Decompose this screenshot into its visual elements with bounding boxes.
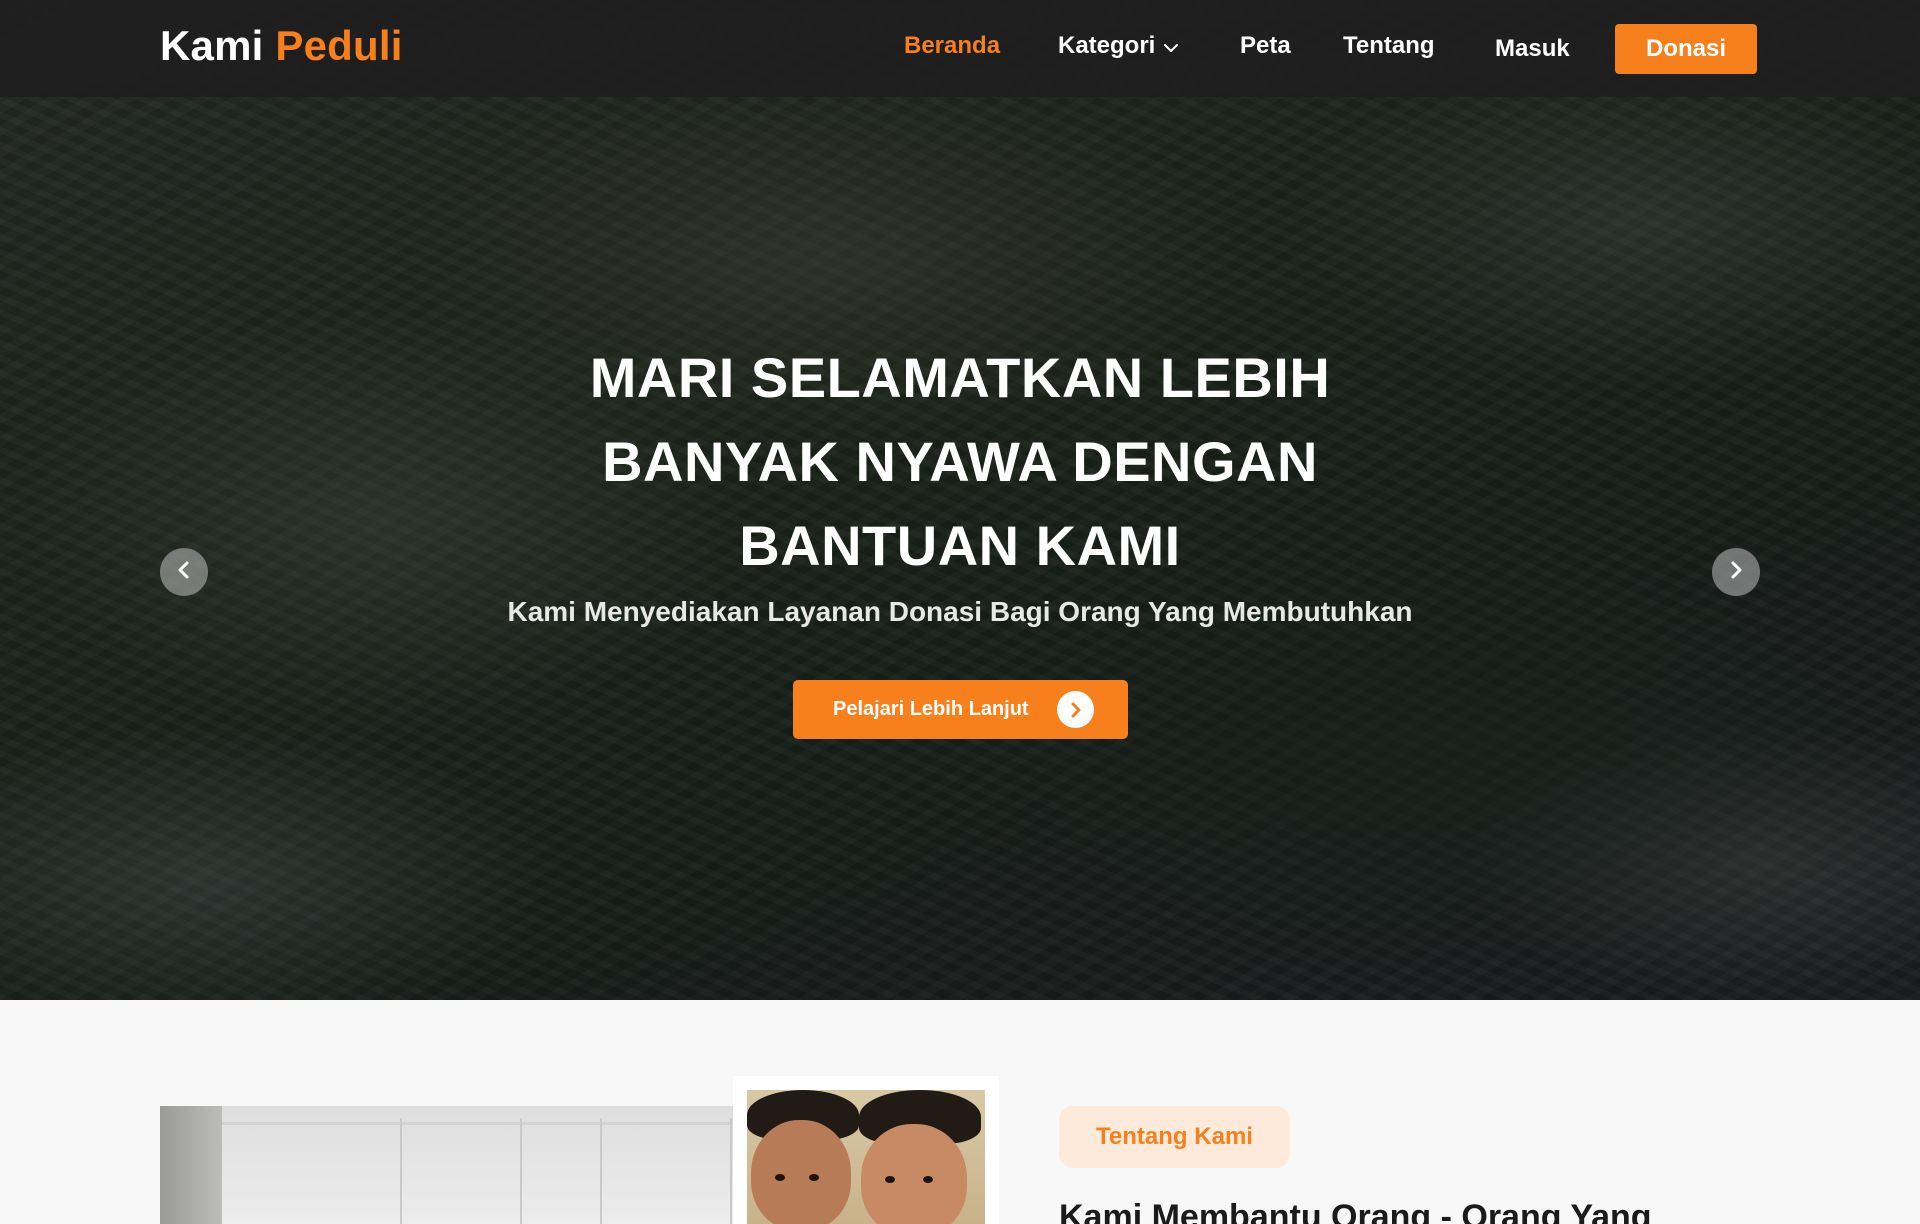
- nav-item-kategori[interactable]: Kategori: [1058, 32, 1181, 60]
- about-image-children-frame: [733, 1076, 999, 1224]
- hero-title: MARI SELAMATKAN LEBIH BANYAK NYAWA DENGA…: [460, 336, 1460, 588]
- navbar: Kami Peduli Beranda Kategori Peta Tentan…: [0, 0, 1920, 97]
- about-section: Tentang Kami Kami Membantu Orang - Orang…: [0, 1000, 1920, 1224]
- carousel-next-button[interactable]: [1712, 548, 1760, 596]
- hero-subtitle: Kami Menyediakan Layanan Donasi Bagi Ora…: [507, 596, 1413, 627]
- learn-more-label: Pelajari Lebih Lanjut: [833, 698, 1029, 720]
- donate-button[interactable]: Donasi: [1615, 24, 1757, 74]
- nav-item-tentang[interactable]: Tentang: [1343, 32, 1435, 60]
- learn-more-button[interactable]: Pelajari Lebih Lanjut: [793, 680, 1128, 739]
- brand-accent: Peduli: [275, 22, 403, 69]
- chevron-down-icon: [1161, 37, 1181, 57]
- about-image-children: [747, 1090, 985, 1224]
- nav-item-peta[interactable]: Peta: [1240, 32, 1291, 60]
- carousel-prev-button[interactable]: [160, 548, 208, 596]
- chevron-right-icon: [1057, 691, 1094, 728]
- hero-section: MARI SELAMATKAN LEBIH BANYAK NYAWA DENGA…: [0, 0, 1920, 1000]
- brand-name: Kami: [160, 22, 264, 69]
- nav-item-beranda[interactable]: Beranda: [904, 32, 1000, 60]
- hero-title-line: MARI SELAMATKAN LEBIH: [589, 346, 1331, 409]
- hero-title-line: BANTUAN KAMI: [739, 514, 1181, 577]
- hero-title-line: BANYAK NYAWA DENGAN: [602, 430, 1318, 493]
- chevron-right-icon: [1726, 560, 1746, 585]
- about-badge: Tentang Kami: [1059, 1106, 1290, 1168]
- about-image-large: [160, 1106, 740, 1224]
- nav-item-masuk[interactable]: Masuk: [1495, 35, 1570, 63]
- chevron-left-icon: [174, 560, 194, 585]
- nav-item-kategori-label: Kategori: [1058, 32, 1156, 59]
- brand-logo[interactable]: Kami Peduli: [160, 22, 403, 70]
- about-heading: Kami Membantu Orang - Orang Yang: [1059, 1198, 1652, 1224]
